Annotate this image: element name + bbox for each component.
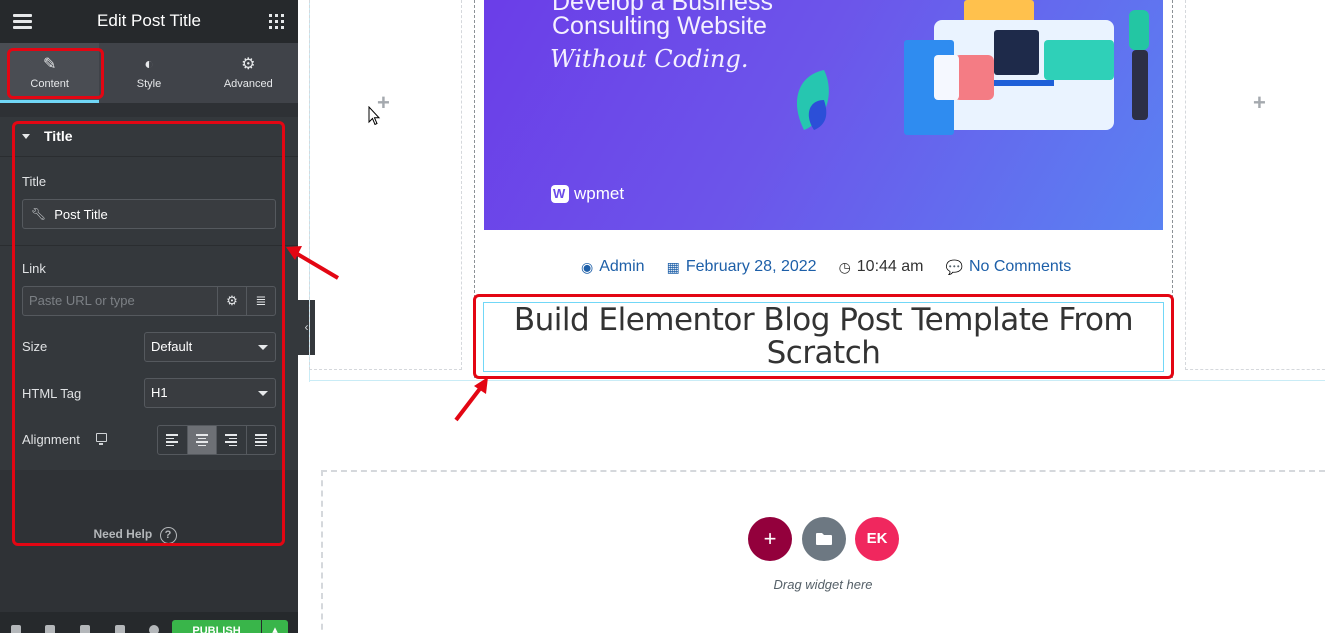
empty-column-right bbox=[1185, 0, 1325, 370]
illustration-chair bbox=[934, 55, 959, 100]
alignment-control bbox=[157, 425, 276, 455]
illustration-person bbox=[954, 55, 994, 100]
meta-time: ◷ 10:44 am bbox=[839, 258, 924, 276]
title-input[interactable]: 🔧︎ Post Title bbox=[22, 199, 276, 229]
meta-comments[interactable]: 💬 No Comments bbox=[946, 258, 1072, 276]
chevron-down-icon bbox=[258, 345, 268, 350]
divider bbox=[0, 245, 298, 246]
half-circle-icon: ◐ bbox=[144, 56, 154, 73]
preview-icon[interactable] bbox=[149, 625, 159, 633]
brand-name: wpmet bbox=[574, 184, 625, 203]
tab-label: Content bbox=[30, 78, 69, 90]
template-library-button[interactable] bbox=[802, 517, 846, 561]
dynamic-tags-icon[interactable]: ≣ bbox=[246, 287, 275, 315]
settings-icon[interactable] bbox=[11, 625, 21, 633]
title-value: Post Title bbox=[54, 206, 108, 222]
post-meta: ◉ Admin ▦ February 28, 2022 ◷ 10:44 am 💬… bbox=[309, 258, 1325, 276]
illustration bbox=[796, 0, 1149, 135]
link-input[interactable]: Paste URL or type ⚙ ≣ bbox=[22, 286, 276, 316]
meta-comments-text: No Comments bbox=[968, 258, 1072, 275]
help-icon: ? bbox=[159, 527, 177, 544]
tab-separator bbox=[0, 103, 298, 117]
hero-text-line3: Without Coding. bbox=[550, 45, 749, 73]
elementskit-button[interactable]: EK bbox=[855, 517, 899, 561]
wpmet-logo-icon bbox=[551, 185, 569, 203]
illustration-chart bbox=[1044, 40, 1114, 80]
add-section-button[interactable]: + bbox=[748, 517, 792, 561]
drag-widget-hint: Drag widget here bbox=[773, 577, 873, 592]
size-value: Default bbox=[151, 339, 193, 354]
size-label: Size bbox=[22, 339, 48, 354]
section-title: Title bbox=[44, 128, 73, 144]
link-settings-icon[interactable]: ⚙ bbox=[217, 287, 246, 315]
folder-icon bbox=[816, 533, 832, 545]
align-justify-button[interactable] bbox=[245, 426, 276, 454]
tab-content[interactable]: ✎ Content bbox=[0, 43, 100, 103]
section-outline bbox=[309, 380, 1325, 381]
comment-icon: 💬 bbox=[945, 258, 963, 275]
link-placeholder[interactable]: Paste URL or type bbox=[23, 287, 217, 315]
link-label: Link bbox=[22, 261, 46, 276]
history-icon[interactable] bbox=[80, 625, 90, 633]
caret-down-icon bbox=[22, 134, 30, 139]
illustration-woman bbox=[1129, 10, 1149, 50]
meta-date[interactable]: ▦ February 28, 2022 bbox=[667, 258, 817, 276]
featured-image[interactable]: Develop a Business Consulting Website Wi… bbox=[484, 0, 1163, 230]
desktop-icon[interactable] bbox=[96, 433, 107, 445]
editor-panel: Edit Post Title ✎ Content ◐ Style ⚙ Adva… bbox=[0, 0, 298, 633]
wrench-icon: 🔧︎ bbox=[31, 207, 47, 221]
tab-label: Advanced bbox=[223, 78, 273, 90]
panel-tabs: ✎ Content ◐ Style ⚙ Advanced bbox=[0, 43, 298, 103]
html-tag-select[interactable]: H1 bbox=[144, 378, 276, 408]
elementor-editor: Edit Post Title ✎ Content ◐ Style ⚙ Adva… bbox=[0, 0, 1325, 633]
tab-style[interactable]: ◐ Style bbox=[99, 43, 198, 103]
meta-author-text: Admin bbox=[599, 258, 645, 275]
publish-options-button[interactable]: ▴ bbox=[262, 620, 288, 633]
align-left-button[interactable] bbox=[158, 426, 187, 454]
illustration-monitor bbox=[994, 30, 1039, 75]
chevron-down-icon bbox=[258, 391, 268, 396]
gear-icon: ⚙ bbox=[241, 56, 256, 73]
title-label: Title bbox=[22, 174, 47, 189]
size-select[interactable]: Default bbox=[144, 332, 276, 362]
need-help-label: Need Help bbox=[93, 527, 153, 541]
illustration-woman-legs bbox=[1132, 50, 1148, 120]
alignment-label: Alignment bbox=[22, 432, 80, 447]
section-title-toggle[interactable]: Title bbox=[0, 117, 298, 157]
html-tag-value: H1 bbox=[151, 385, 168, 400]
add-widget-icon[interactable]: + bbox=[1253, 90, 1266, 116]
publish-button[interactable]: PUBLISH bbox=[172, 620, 261, 633]
tab-advanced[interactable]: ⚙ Advanced bbox=[199, 43, 298, 103]
meta-author[interactable]: ◉ Admin bbox=[581, 258, 645, 276]
align-center-button[interactable] bbox=[186, 426, 216, 454]
empty-column-left bbox=[309, 0, 462, 370]
hero-text-line2: Consulting Website bbox=[552, 12, 767, 40]
mouse-cursor-icon bbox=[368, 106, 381, 126]
wpmet-logo: wpmet bbox=[551, 184, 624, 204]
panel-header: Edit Post Title bbox=[0, 0, 298, 43]
responsive-mode-icon[interactable] bbox=[115, 625, 125, 633]
grid-icon[interactable] bbox=[269, 14, 284, 29]
html-tag-label: HTML Tag bbox=[22, 386, 82, 401]
meta-date-text: February 28, 2022 bbox=[685, 258, 817, 275]
navigator-icon[interactable] bbox=[45, 625, 55, 633]
pencil-icon: ✎ bbox=[42, 56, 57, 73]
clock-icon: ◷ bbox=[838, 258, 851, 275]
elementskit-icon: EK bbox=[866, 530, 888, 547]
post-title-heading: Build Elementor Blog Post Template From … bbox=[513, 302, 1134, 371]
calendar-icon: ▦ bbox=[666, 258, 680, 275]
panel-title: Edit Post Title bbox=[97, 11, 201, 30]
meta-time-text: 10:44 am bbox=[856, 258, 924, 275]
user-icon: ◉ bbox=[581, 258, 594, 275]
tab-label: Style bbox=[136, 78, 162, 90]
align-right-button[interactable] bbox=[216, 426, 246, 454]
need-help-link[interactable]: Need Help ? bbox=[0, 527, 270, 544]
